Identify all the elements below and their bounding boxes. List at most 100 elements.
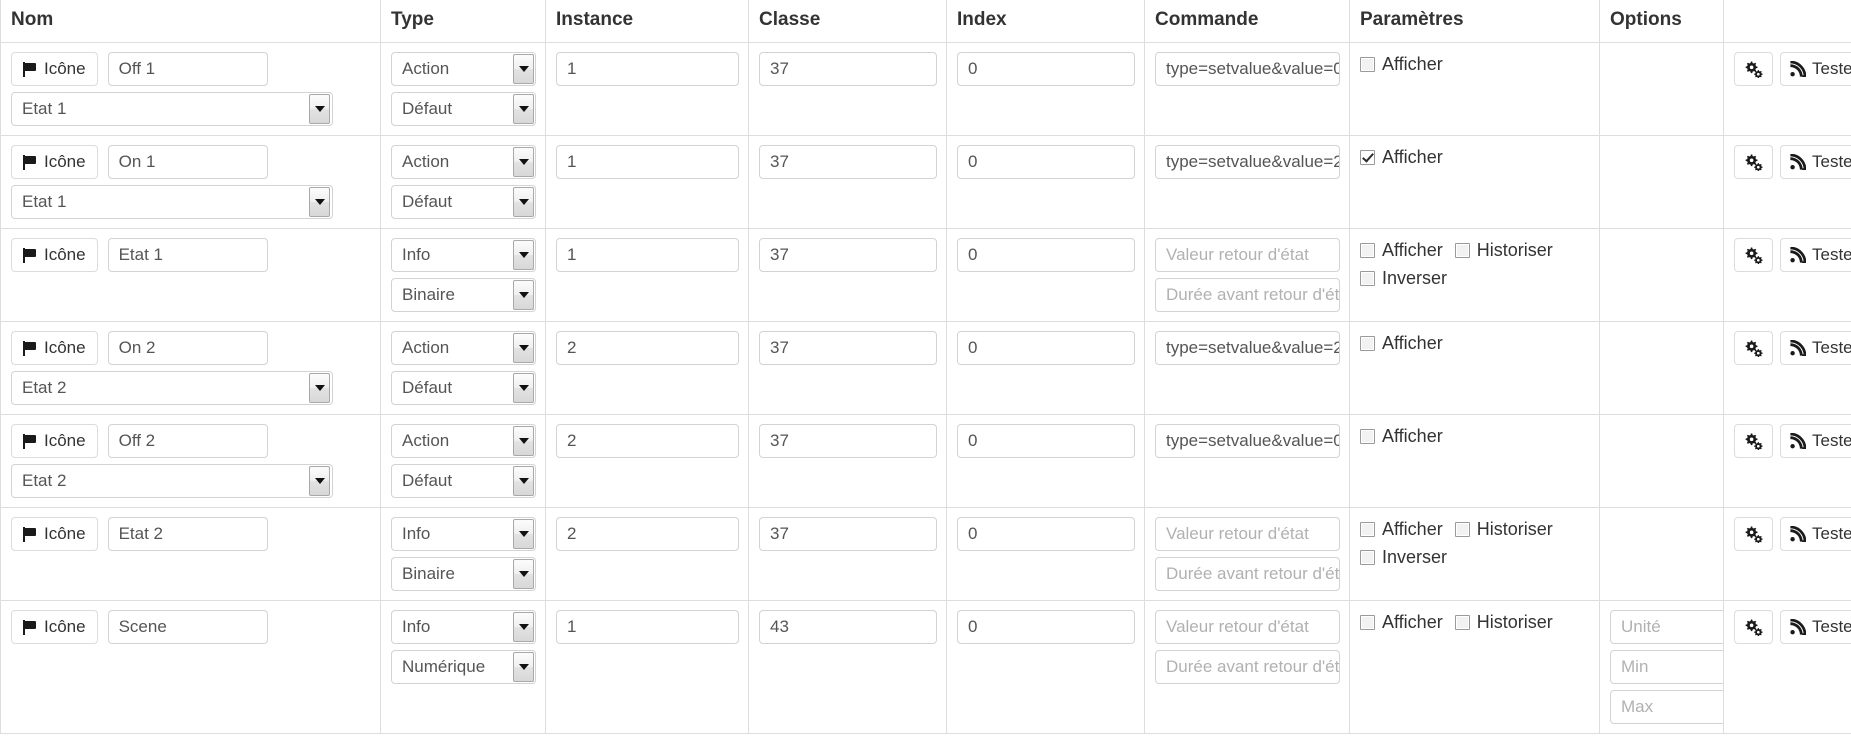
chevron-down-icon[interactable]	[513, 240, 534, 270]
chevron-down-icon[interactable]	[513, 612, 534, 642]
chevron-down-icon[interactable]	[513, 466, 534, 496]
chevron-down-icon[interactable]	[513, 147, 534, 177]
checkbox-afficher[interactable]: Afficher	[1360, 610, 1443, 634]
checkbox-box[interactable]	[1454, 242, 1470, 258]
instance-input[interactable]: 2	[556, 517, 739, 551]
type-select[interactable]: Action	[391, 145, 536, 179]
subtype-select[interactable]: Défaut	[391, 371, 536, 405]
chevron-down-icon[interactable]	[513, 652, 534, 682]
tester-button[interactable]: Tester	[1780, 331, 1851, 365]
index-input[interactable]: 0	[957, 238, 1135, 272]
index-input[interactable]: 0	[957, 331, 1135, 365]
classe-input[interactable]: 43	[759, 610, 937, 644]
chevron-down-icon[interactable]	[513, 333, 534, 363]
tester-button[interactable]: Tester	[1780, 145, 1851, 179]
checkbox-afficher[interactable]: Afficher	[1360, 424, 1443, 448]
type-select[interactable]: Action	[391, 52, 536, 86]
command-name-input[interactable]: Scene	[107, 610, 268, 644]
checkbox-box[interactable]	[1360, 614, 1375, 630]
chevron-down-icon[interactable]	[309, 373, 330, 403]
icone-button[interactable]: Icône	[11, 238, 98, 272]
checkbox-box[interactable]	[1360, 270, 1375, 286]
configure-button[interactable]	[1734, 145, 1773, 179]
checkbox-box[interactable]	[1454, 614, 1470, 630]
duree-retour-input[interactable]: Durée avant retour d'état	[1155, 557, 1340, 591]
icone-button[interactable]: Icône	[11, 145, 98, 179]
icone-button[interactable]: Icône	[11, 331, 98, 365]
instance-input[interactable]: 1	[556, 145, 739, 179]
checkbox-box[interactable]	[1360, 149, 1375, 165]
chevron-down-icon[interactable]	[513, 187, 534, 217]
state-select[interactable]: Etat 2	[11, 371, 333, 405]
valeur-retour-input[interactable]: Valeur retour d'état	[1155, 517, 1340, 551]
valeur-retour-input[interactable]: Valeur retour d'état	[1155, 238, 1340, 272]
checkbox-box[interactable]	[1360, 335, 1375, 351]
tester-button[interactable]: Tester	[1780, 52, 1851, 86]
command-name-input[interactable]: On 1	[107, 145, 268, 179]
checkbox-historiser[interactable]: Historiser	[1454, 238, 1553, 262]
configure-button[interactable]	[1734, 331, 1773, 365]
icone-button[interactable]: Icône	[11, 52, 98, 86]
type-select[interactable]: Info	[391, 238, 536, 272]
configure-button[interactable]	[1734, 52, 1773, 86]
instance-input[interactable]: 1	[556, 610, 739, 644]
instance-input[interactable]: 2	[556, 424, 739, 458]
commande-input[interactable]: type=setvalue&value=0	[1155, 424, 1340, 458]
checkbox-historiser[interactable]: Historiser	[1454, 610, 1553, 634]
classe-input[interactable]: 37	[759, 424, 937, 458]
icone-button[interactable]: Icône	[11, 424, 98, 458]
type-select[interactable]: Action	[391, 331, 536, 365]
index-input[interactable]: 0	[957, 424, 1135, 458]
checkbox-afficher[interactable]: Afficher	[1360, 145, 1443, 169]
checkbox-afficher[interactable]: Afficher	[1360, 238, 1443, 262]
chevron-down-icon[interactable]	[513, 54, 534, 84]
instance-input[interactable]: 1	[556, 52, 739, 86]
configure-button[interactable]	[1734, 517, 1773, 551]
classe-input[interactable]: 37	[759, 52, 937, 86]
chevron-down-icon[interactable]	[309, 466, 330, 496]
icone-button[interactable]: Icône	[11, 517, 98, 551]
type-select[interactable]: Info	[391, 517, 536, 551]
index-input[interactable]: 0	[957, 145, 1135, 179]
icone-button[interactable]: Icône	[11, 610, 98, 644]
command-name-input[interactable]: Off 1	[107, 52, 268, 86]
command-name-input[interactable]: On 2	[107, 331, 268, 365]
checkbox-box[interactable]	[1360, 549, 1375, 565]
type-select[interactable]: Info	[391, 610, 536, 644]
checkbox-afficher[interactable]: Afficher	[1360, 52, 1443, 76]
tester-button[interactable]: Tester	[1780, 238, 1851, 272]
classe-input[interactable]: 37	[759, 331, 937, 365]
chevron-down-icon[interactable]	[513, 373, 534, 403]
state-select[interactable]: Etat 2	[11, 464, 333, 498]
subtype-select[interactable]: Défaut	[391, 464, 536, 498]
commande-input[interactable]: type=setvalue&value=0	[1155, 52, 1340, 86]
checkbox-box[interactable]	[1360, 242, 1375, 258]
chevron-down-icon[interactable]	[513, 94, 534, 124]
chevron-down-icon[interactable]	[309, 187, 330, 217]
instance-input[interactable]: 2	[556, 331, 739, 365]
tester-button[interactable]: Tester	[1780, 517, 1851, 551]
checkbox-inverser[interactable]: Inverser	[1360, 266, 1447, 290]
type-select[interactable]: Action	[391, 424, 536, 458]
checkbox-afficher[interactable]: Afficher	[1360, 331, 1443, 355]
subtype-select[interactable]: Défaut	[391, 185, 536, 219]
checkbox-inverser[interactable]: Inverser	[1360, 545, 1447, 569]
tester-button[interactable]: Tester	[1780, 424, 1851, 458]
duree-retour-input[interactable]: Durée avant retour d'état	[1155, 650, 1340, 684]
commande-input[interactable]: type=setvalue&value=2!	[1155, 331, 1340, 365]
state-select[interactable]: Etat 1	[11, 92, 333, 126]
tester-button[interactable]: Tester	[1780, 610, 1851, 644]
command-name-input[interactable]: Off 2	[107, 424, 268, 458]
index-input[interactable]: 0	[957, 610, 1135, 644]
subtype-select[interactable]: Défaut	[391, 92, 536, 126]
checkbox-box[interactable]	[1454, 521, 1470, 537]
index-input[interactable]: 0	[957, 517, 1135, 551]
valeur-retour-input[interactable]: Valeur retour d'état	[1155, 610, 1340, 644]
classe-input[interactable]: 37	[759, 517, 937, 551]
subtype-select[interactable]: Binaire	[391, 557, 536, 591]
chevron-down-icon[interactable]	[513, 519, 534, 549]
configure-button[interactable]	[1734, 610, 1773, 644]
checkbox-afficher[interactable]: Afficher	[1360, 517, 1443, 541]
instance-input[interactable]: 1	[556, 238, 739, 272]
checkbox-box[interactable]	[1360, 56, 1375, 72]
